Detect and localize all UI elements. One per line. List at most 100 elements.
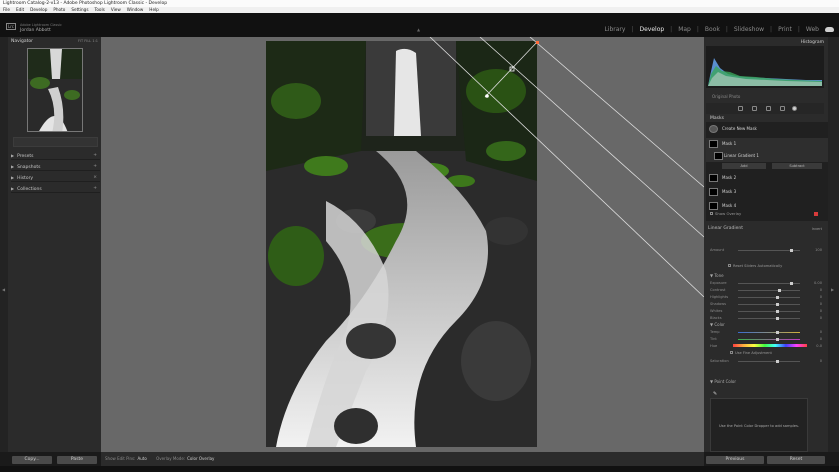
invert-button[interactable]: Invert: [812, 225, 822, 233]
heal-tool-icon[interactable]: [766, 106, 771, 111]
red-eye-tool-icon[interactable]: [780, 106, 785, 111]
slider-value[interactable]: 0: [820, 315, 822, 321]
overlay-mode-select[interactable]: Color Overlay: [187, 456, 214, 461]
slider-value[interactable]: 0: [820, 336, 822, 342]
eyedropper-icon[interactable]: ✎: [713, 391, 717, 397]
whites-slider[interactable]: [738, 310, 800, 313]
slider-value[interactable]: 0.00: [814, 280, 822, 286]
module-library[interactable]: Library: [604, 26, 625, 33]
slider-value[interactable]: 0: [820, 294, 822, 300]
add-icon[interactable]: +: [93, 184, 97, 193]
overlay-color-swatch[interactable]: [814, 212, 818, 216]
previous-button[interactable]: Previous: [706, 456, 764, 464]
exposure-slider[interactable]: [738, 282, 800, 285]
contrast-slider[interactable]: [738, 289, 800, 292]
tone-section-header[interactable]: ▼ Tone: [710, 273, 724, 279]
reset-sliders-checkbox[interactable]: Reset Sliders Automatically: [728, 264, 782, 268]
module-develop[interactable]: Develop: [639, 26, 664, 33]
blacks-slider-row[interactable]: Blacks 0: [710, 315, 824, 321]
temp-slider[interactable]: [738, 331, 800, 334]
slider-knob[interactable]: [776, 360, 779, 363]
slider-knob[interactable]: [776, 296, 779, 299]
subtract-mask-button[interactable]: Subtract: [772, 163, 822, 169]
module-web[interactable]: Web: [806, 26, 819, 33]
copy-button[interactable]: Copy...: [12, 456, 52, 464]
reset-button[interactable]: Reset: [767, 456, 825, 464]
collapse-left-arrow-icon[interactable]: ◀: [2, 287, 5, 292]
module-slideshow[interactable]: Slideshow: [734, 26, 764, 33]
section-snapshots[interactable]: ▶ Snapshots +: [11, 162, 100, 171]
slider-knob[interactable]: [790, 249, 793, 252]
slider-value[interactable]: 0: [820, 287, 822, 293]
highlights-slider-row[interactable]: Highlights 0: [710, 294, 824, 300]
slider-value[interactable]: 0: [820, 358, 822, 364]
mask-component-1[interactable]: Linear Gradient 1: [706, 150, 828, 162]
navigator-zoom-options[interactable]: FIT FILL 1:1: [78, 38, 98, 45]
mask-item-1[interactable]: Mask 1: [706, 138, 828, 150]
tint-slider[interactable]: [738, 338, 800, 341]
mask-item-3[interactable]: Mask 3: [706, 186, 828, 198]
create-new-mask-row[interactable]: Create New Mask: [706, 123, 828, 135]
whites-slider-row[interactable]: Whites 0: [710, 308, 824, 314]
right-panel-tab[interactable]: ▶: [828, 37, 839, 452]
saturation-slider[interactable]: [738, 360, 800, 363]
slider-value[interactable]: 0.0: [816, 343, 822, 349]
close-icon[interactable]: ×: [93, 173, 97, 182]
slider-value[interactable]: 0: [820, 308, 822, 314]
section-presets[interactable]: ▶ Presets +: [11, 151, 100, 160]
slider-knob[interactable]: [776, 331, 779, 334]
slider-knob[interactable]: [790, 282, 793, 285]
blacks-slider[interactable]: [738, 317, 800, 320]
navigator-preview[interactable]: [27, 48, 83, 132]
slider-knob[interactable]: [776, 317, 779, 320]
exposure-slider-row[interactable]: Exposure 0.00: [710, 280, 824, 286]
section-label: Snapshots: [17, 165, 41, 170]
masking-tool-icon[interactable]: [792, 106, 797, 111]
amount-value[interactable]: 100: [815, 247, 822, 253]
filmstrip-collapsed[interactable]: [0, 466, 839, 472]
slider-knob[interactable]: [776, 303, 779, 306]
linear-gradient-guides[interactable]: [420, 37, 704, 297]
module-print[interactable]: Print: [778, 26, 792, 33]
section-collections[interactable]: ▶ Collections +: [11, 184, 100, 193]
point-color-header[interactable]: ▼ Point Color: [710, 379, 736, 385]
add-mask-button[interactable]: Add: [722, 163, 766, 169]
tint-slider-row[interactable]: Tint 0: [710, 336, 824, 342]
shadows-slider-row[interactable]: Shadows 0: [710, 301, 824, 307]
left-panel-tab[interactable]: ◀: [0, 37, 8, 452]
hue-slider[interactable]: [733, 344, 807, 347]
slider-label: Shadows: [710, 302, 727, 306]
navigator-header[interactable]: Navigator FIT FILL 1:1: [11, 38, 100, 45]
collapse-right-arrow-icon[interactable]: ▶: [831, 287, 834, 292]
amount-slider-row[interactable]: Amount 100: [710, 247, 824, 253]
slider-knob[interactable]: [776, 338, 779, 341]
add-icon[interactable]: +: [93, 151, 97, 160]
slider-value[interactable]: 0: [820, 301, 822, 307]
preset-search-box[interactable]: [13, 137, 98, 147]
edit-pins-select[interactable]: Auto: [137, 456, 146, 461]
contrast-slider-row[interactable]: Contrast 0: [710, 287, 824, 293]
show-overlay-checkbox[interactable]: Show Overlay: [710, 211, 741, 216]
section-history[interactable]: ▶ History ×: [11, 173, 100, 182]
paste-button[interactable]: Paste: [57, 456, 97, 464]
crop-tool-icon[interactable]: [752, 106, 757, 111]
slider-knob[interactable]: [776, 310, 779, 313]
slider-knob[interactable]: [778, 289, 781, 292]
module-map[interactable]: Map: [678, 26, 691, 33]
color-section-header[interactable]: ▼ Color: [710, 322, 725, 328]
temp-slider-row[interactable]: Temp 0: [710, 329, 824, 335]
add-icon[interactable]: +: [93, 162, 97, 171]
saturation-slider-row[interactable]: Saturation 0: [710, 358, 824, 364]
highlights-slider[interactable]: [738, 296, 800, 299]
slider-value[interactable]: 0: [820, 329, 822, 335]
cloud-sync-icon[interactable]: [825, 27, 834, 32]
edit-tool-icon[interactable]: [738, 106, 743, 111]
fine-adjustment-checkbox[interactable]: Use Fine Adjustment: [730, 351, 772, 355]
shadows-slider[interactable]: [738, 303, 800, 306]
module-book[interactable]: Book: [705, 26, 720, 33]
show-overlay-label: Show Overlay: [715, 211, 742, 216]
mask-item-2[interactable]: Mask 2: [706, 172, 828, 184]
histogram[interactable]: [706, 46, 824, 88]
collapse-top-arrow-icon[interactable]: ▲: [417, 27, 420, 32]
amount-slider[interactable]: [738, 249, 800, 252]
